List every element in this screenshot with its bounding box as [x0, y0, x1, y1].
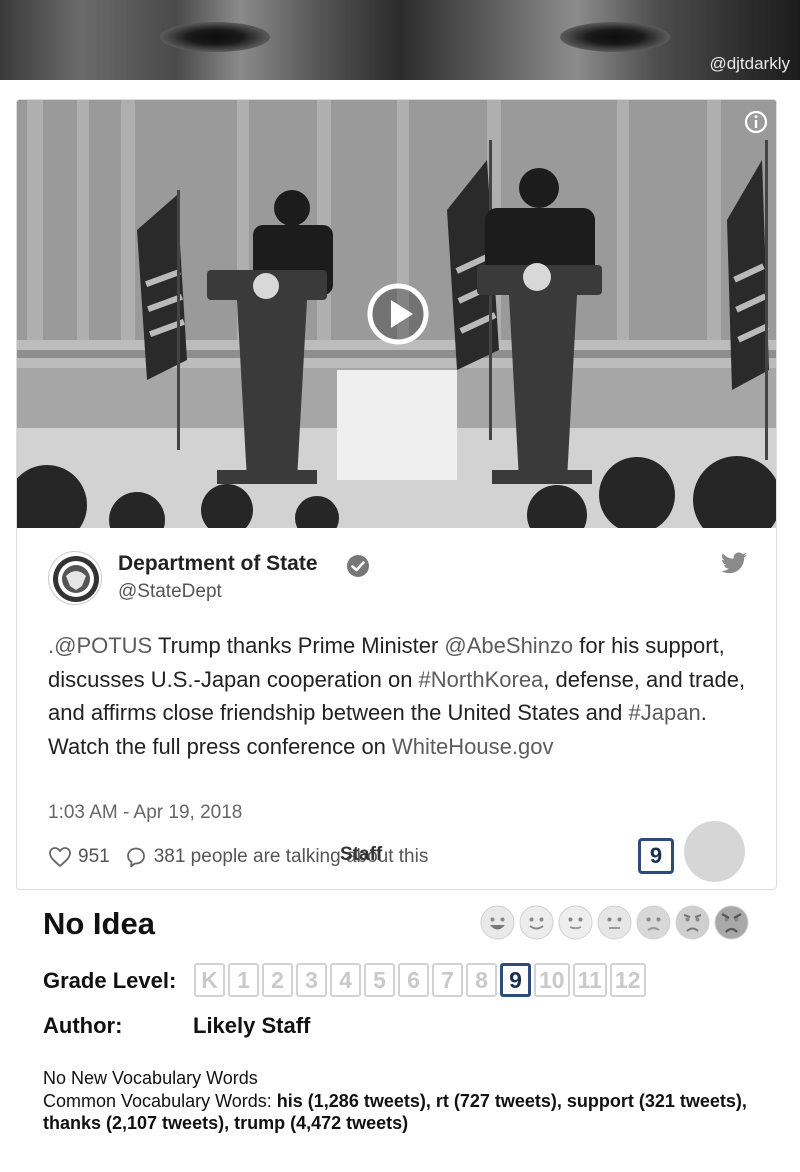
neutral-face-icon: [597, 905, 632, 940]
very-angry-face-icon: [714, 905, 749, 940]
tweet-link[interactable]: WhiteHouse.gov: [392, 734, 553, 759]
grade-level-7: 7: [432, 963, 463, 997]
sentiment-faces: [480, 905, 749, 940]
info-icon[interactable]: [744, 110, 768, 134]
grade-level-2: 2: [262, 963, 293, 997]
tweet-link[interactable]: #Japan: [629, 700, 701, 725]
comment-bubble-icon[interactable]: [124, 845, 148, 869]
tweet-link[interactable]: #NorthKorea: [419, 667, 544, 692]
grade-level-5: 5: [364, 963, 395, 997]
vocabulary-section: No New Vocabulary Words Common Vocabular…: [43, 1067, 763, 1135]
grade-level-12: 12: [609, 963, 646, 997]
angry-face-icon: [675, 905, 710, 940]
site-handle[interactable]: @djtdarkly: [709, 54, 790, 74]
common-vocabulary: Common Vocabulary Words: his (1,286 twee…: [43, 1090, 763, 1135]
frown-face-icon: [636, 905, 671, 940]
grade-level-3: 3: [296, 963, 327, 997]
grade-level-9: 9: [500, 963, 531, 997]
slight-smile-face-icon: [558, 905, 593, 940]
banner-eye-left: [160, 22, 270, 52]
grade-level-K: K: [194, 963, 225, 997]
author-indicator-circle: [684, 821, 745, 882]
author-label: Author:: [43, 1013, 123, 1038]
grade-level-6: 6: [398, 963, 429, 997]
new-vocabulary-text: No New Vocabulary Words: [43, 1068, 258, 1088]
header-banner: @djtdarkly: [0, 0, 800, 80]
play-icon[interactable]: [367, 283, 429, 345]
tweet-timestamp[interactable]: 1:03 AM - Apr 19, 2018: [48, 802, 242, 824]
banner-eye-right: [560, 22, 670, 52]
staff-overlay-label: Staff: [340, 844, 383, 865]
grade-level-11: 11: [572, 963, 607, 997]
tweet-card: Department of State @StateDept .@POTUS T…: [16, 99, 777, 890]
happy-face-icon: [519, 905, 554, 940]
grade-level-label: Grade Level:: [43, 968, 177, 993]
like-count[interactable]: 951: [78, 846, 110, 868]
grade-badge: 9: [638, 838, 674, 874]
tweet-link[interactable]: .@POTUS: [48, 633, 152, 658]
author-name[interactable]: Department of State: [118, 552, 318, 576]
tweet-body: Department of State @StateDept .@POTUS T…: [17, 528, 776, 889]
grade-level-10: 10: [534, 963, 570, 997]
verdict-title: No Idea: [43, 906, 155, 941]
twitter-bird-icon[interactable]: [720, 552, 748, 576]
heart-icon[interactable]: [48, 845, 72, 869]
avatar[interactable]: [48, 551, 102, 605]
tweet-text-segment: Trump thanks Prime Minister: [152, 633, 445, 658]
verified-badge-icon: [347, 555, 369, 577]
author-handle[interactable]: @StateDept: [118, 581, 222, 603]
state-department-seal-icon: [53, 556, 99, 602]
grade-level-1: 1: [228, 963, 259, 997]
grade-level-4: 4: [330, 963, 361, 997]
grade-level-8: 8: [466, 963, 497, 997]
tweet-link[interactable]: @AbeShinzo: [444, 633, 573, 658]
tweet-text: .@POTUS Trump thanks Prime Minister @Abe…: [48, 629, 748, 763]
video-thumbnail[interactable]: [17, 100, 776, 528]
talking-count[interactable]: 381 people are talking about this: [154, 846, 429, 868]
common-vocabulary-label: Common Vocabulary Words:: [43, 1090, 272, 1111]
author-value: Likely Staff: [193, 1013, 311, 1038]
grade-level-scale: K 1 2 3 4 5 6 7 8 9 10 11 12: [194, 963, 646, 997]
very-happy-face-icon: [480, 905, 515, 940]
